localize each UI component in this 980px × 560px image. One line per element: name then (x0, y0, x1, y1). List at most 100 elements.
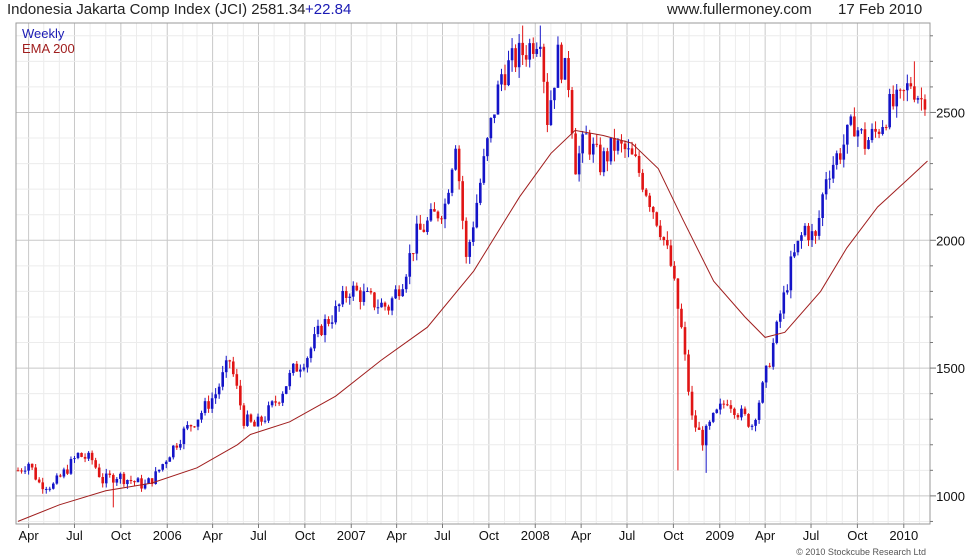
candle-up (778, 313, 782, 322)
candle-down (920, 98, 923, 100)
candle-down (20, 470, 23, 472)
candle-down (359, 290, 362, 302)
x-tick-label: 2008 (521, 528, 550, 543)
candle-down (598, 144, 602, 173)
candle-up (715, 409, 719, 413)
candle-up (203, 401, 207, 413)
candle-up (489, 117, 493, 139)
candle-up (591, 143, 595, 155)
y-axis-labels: 1000 1500 2000 2500 (936, 105, 965, 503)
candle-down (129, 479, 133, 482)
candle-down (588, 133, 592, 155)
candle-up (711, 412, 715, 422)
candle-up (270, 401, 274, 406)
candle-up (831, 164, 835, 179)
candle-up (147, 478, 150, 484)
candle-down (83, 456, 87, 459)
candle-up (263, 420, 267, 422)
candle-up (323, 319, 327, 336)
candle-up (507, 60, 510, 86)
candle-down (641, 172, 644, 190)
candle-down (239, 385, 242, 406)
candle-down (514, 48, 517, 68)
candle-up (468, 241, 472, 257)
candle-down (655, 212, 659, 226)
candle-down (59, 475, 62, 477)
candle-down (694, 415, 697, 428)
candle-down (877, 131, 881, 134)
candle-up (291, 363, 295, 373)
candle-up (810, 231, 814, 241)
x-tick-label: 2006 (153, 528, 182, 543)
candle-down (606, 151, 609, 162)
candle-up (479, 182, 482, 203)
candle-up (581, 134, 584, 154)
candle-up (740, 408, 743, 418)
candle-up (334, 306, 337, 323)
candle-up (821, 194, 824, 218)
candle-down (768, 365, 771, 367)
candle-down (94, 460, 97, 468)
candle-up (556, 44, 560, 88)
candle-down (623, 143, 627, 150)
candle-down (320, 325, 323, 336)
candle-up (210, 398, 214, 409)
candle-up (62, 469, 66, 477)
candle-down (253, 421, 256, 427)
candle-down (80, 452, 83, 457)
candle-up (337, 304, 341, 307)
candle-up (341, 290, 344, 305)
candle-down (16, 470, 20, 472)
candle-up (553, 87, 556, 101)
y-tick-label: 1500 (936, 361, 965, 376)
x-tick-label: Oct (111, 528, 132, 543)
candle-down (891, 94, 895, 107)
candle-up (136, 478, 140, 483)
candle-up (750, 425, 754, 427)
candle-up (164, 461, 168, 465)
candle-up (842, 144, 846, 160)
legend-weekly: Weekly (22, 26, 65, 41)
candle-down (902, 90, 906, 92)
candle-down (369, 291, 373, 293)
candle-up (246, 414, 249, 426)
candle-up (390, 298, 394, 311)
candle-up (535, 48, 539, 54)
candle-down (913, 86, 916, 100)
x-tick-label: Jul (434, 528, 451, 543)
candle-down (274, 401, 277, 403)
candle-down (634, 154, 637, 156)
candle-down (37, 479, 41, 483)
candle-down (747, 413, 750, 427)
candle-up (404, 276, 408, 290)
candle-up (771, 342, 775, 367)
candle-down (457, 148, 461, 182)
candle-up (415, 223, 419, 254)
candle-down (923, 99, 927, 110)
candle-up (563, 58, 567, 80)
candle-down (433, 209, 436, 212)
candle-up (793, 252, 796, 257)
x-tick-label: 2010 (889, 528, 918, 543)
candle-up (376, 307, 380, 309)
candle-up (888, 94, 891, 128)
candle-down (651, 207, 655, 213)
candle-down (140, 478, 143, 489)
candle-up (870, 128, 874, 141)
candle-down (722, 403, 726, 405)
candle-up (782, 292, 786, 314)
candle-up (309, 348, 313, 359)
candle-down (726, 404, 729, 406)
candle-down (743, 408, 747, 414)
candle-up (200, 412, 203, 420)
candle-up (517, 42, 521, 68)
candle-up (221, 372, 224, 387)
candlestick-series (16, 25, 927, 508)
candle-up (609, 137, 613, 162)
x-tick-label: Apr (18, 528, 39, 543)
candle-up (616, 140, 620, 151)
candle-down (411, 253, 415, 255)
candle-up (856, 130, 860, 137)
candle-up (429, 209, 433, 221)
candle-down (542, 46, 546, 82)
